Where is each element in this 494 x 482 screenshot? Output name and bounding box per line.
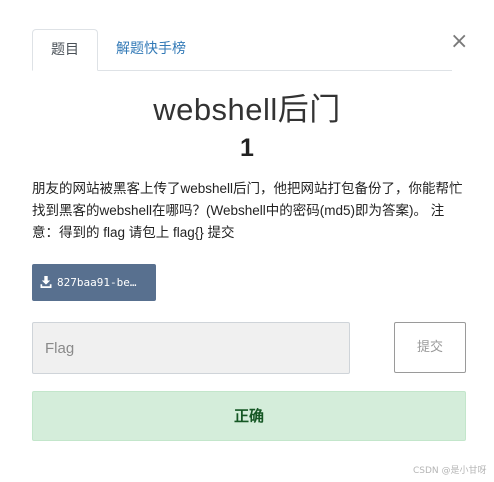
watermark: CSDN @是小甘呀 bbox=[413, 466, 487, 476]
download-icon bbox=[40, 276, 52, 288]
download-file-button[interactable]: 827baa91-be… bbox=[32, 264, 156, 301]
challenge-title: webshell后门 bbox=[153, 92, 341, 127]
flag-input[interactable] bbox=[32, 322, 350, 374]
challenge-description: 朋友的网站被黑客上传了webshell后门，他把网站打包备份了，你能帮忙找到黑客… bbox=[32, 181, 463, 240]
result-status-alert: 正确 bbox=[32, 391, 466, 441]
challenge-points: 1 bbox=[240, 134, 254, 162]
tab-challenge[interactable]: 题目 bbox=[32, 29, 98, 71]
close-icon[interactable]: × bbox=[450, 30, 468, 54]
submit-button[interactable]: 提交 bbox=[394, 322, 466, 373]
challenge-tabs: 题目 解题快手榜 bbox=[32, 29, 452, 71]
download-file-label: 827baa91-be… bbox=[57, 276, 137, 289]
tab-solves-leaderboard[interactable]: 解题快手榜 bbox=[102, 29, 200, 70]
